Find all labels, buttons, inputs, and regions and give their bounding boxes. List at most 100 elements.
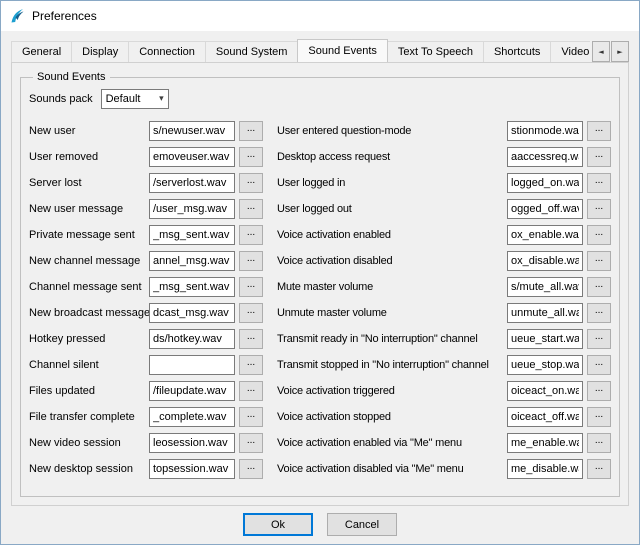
sound-file-input[interactable] — [149, 407, 235, 427]
tab-sound-events[interactable]: Sound Events — [297, 39, 388, 62]
sound-file-input[interactable] — [149, 225, 235, 245]
tab-sound-system[interactable]: Sound System — [205, 41, 299, 62]
sound-file-input[interactable] — [149, 173, 235, 193]
sound-event-label: User logged out — [277, 203, 507, 215]
sound-event-row: File transfer complete... — [29, 407, 263, 427]
sound-file-input[interactable] — [149, 459, 235, 479]
sound-file-input[interactable] — [149, 433, 235, 453]
browse-button[interactable]: ... — [239, 147, 263, 167]
sound-event-label: User entered question-mode — [277, 125, 507, 137]
browse-button[interactable]: ... — [239, 277, 263, 297]
sound-event-row: Voice activation enabled... — [277, 225, 611, 245]
sound-file-input[interactable] — [507, 381, 583, 401]
sound-event-label: Voice activation triggered — [277, 385, 507, 397]
browse-button[interactable]: ... — [587, 147, 611, 167]
sound-file-input[interactable] — [149, 303, 235, 323]
browse-button[interactable]: ... — [239, 199, 263, 219]
tab-general[interactable]: General — [11, 41, 72, 62]
titlebar[interactable]: Preferences — [1, 1, 639, 31]
sound-file-input[interactable] — [507, 147, 583, 167]
sound-file-input[interactable] — [149, 147, 235, 167]
sound-file-input[interactable] — [507, 355, 583, 375]
arrow-right-icon: ► — [617, 48, 622, 56]
tab-scroll-right-button[interactable]: ► — [611, 41, 629, 62]
browse-button[interactable]: ... — [587, 173, 611, 193]
sound-file-input[interactable] — [507, 251, 583, 271]
tab-bar: General Display Connection Sound System … — [11, 39, 629, 62]
browse-button[interactable]: ... — [239, 173, 263, 193]
browse-button[interactable]: ... — [587, 433, 611, 453]
sound-event-label: Channel silent — [29, 359, 149, 371]
browse-button[interactable]: ... — [587, 303, 611, 323]
browse-button[interactable]: ... — [587, 381, 611, 401]
sound-file-input[interactable] — [507, 407, 583, 427]
sound-event-label: New user — [29, 125, 149, 137]
preferences-dialog: Preferences General Display Connection S… — [0, 0, 640, 545]
sounds-pack-select[interactable]: Default ▾ — [101, 89, 169, 109]
sound-file-input[interactable] — [507, 329, 583, 349]
browse-button[interactable]: ... — [587, 121, 611, 141]
sound-file-input[interactable] — [149, 381, 235, 401]
browse-button[interactable]: ... — [587, 355, 611, 375]
browse-button[interactable]: ... — [239, 459, 263, 479]
sound-event-label: Voice activation enabled — [277, 229, 507, 241]
browse-button[interactable]: ... — [587, 225, 611, 245]
chevron-down-icon: ▾ — [159, 94, 164, 104]
sound-file-input[interactable] — [149, 355, 235, 375]
browse-button[interactable]: ... — [239, 225, 263, 245]
sound-file-input[interactable] — [507, 433, 583, 453]
sound-file-input[interactable] — [507, 121, 583, 141]
tab-connection[interactable]: Connection — [128, 41, 206, 62]
tab-video[interactable]: Video — [550, 41, 590, 62]
browse-button[interactable]: ... — [239, 121, 263, 141]
sound-event-label: Voice activation disabled via "Me" menu — [277, 463, 507, 475]
sound-events-right-column: User entered question-mode... Desktop ac… — [277, 121, 611, 479]
sound-file-input[interactable] — [507, 303, 583, 323]
sound-file-input[interactable] — [507, 459, 583, 479]
tab-scroll-left-button[interactable]: ◄ — [592, 41, 610, 62]
sound-event-row: New desktop session... — [29, 459, 263, 479]
browse-button[interactable]: ... — [239, 329, 263, 349]
browse-button[interactable]: ... — [587, 407, 611, 427]
sound-file-input[interactable] — [149, 251, 235, 271]
browse-button[interactable]: ... — [239, 433, 263, 453]
sound-event-label: Voice activation stopped — [277, 411, 507, 423]
sound-file-input[interactable] — [507, 277, 583, 297]
sound-event-row: Voice activation disabled via "Me" menu.… — [277, 459, 611, 479]
browse-button[interactable]: ... — [587, 277, 611, 297]
sound-file-input[interactable] — [149, 329, 235, 349]
sound-event-row: New video session... — [29, 433, 263, 453]
browse-button[interactable]: ... — [239, 303, 263, 323]
sound-event-label: Transmit stopped in "No interruption" ch… — [277, 359, 507, 371]
sound-file-input[interactable] — [507, 199, 583, 219]
sound-file-input[interactable] — [149, 199, 235, 219]
sounds-pack-value: Default — [106, 93, 141, 105]
browse-button[interactable]: ... — [239, 251, 263, 271]
browse-button[interactable]: ... — [239, 381, 263, 401]
cancel-button[interactable]: Cancel — [327, 513, 397, 536]
browse-button[interactable]: ... — [587, 199, 611, 219]
sound-event-row: New channel message... — [29, 251, 263, 271]
sound-event-label: Hotkey pressed — [29, 333, 149, 345]
sound-events-left-column: New user... User removed... Server lost.… — [29, 121, 263, 479]
browse-button[interactable]: ... — [587, 459, 611, 479]
sound-event-row: Voice activation triggered... — [277, 381, 611, 401]
sound-file-input[interactable] — [507, 225, 583, 245]
sound-event-row: User removed... — [29, 147, 263, 167]
sound-file-input[interactable] — [149, 121, 235, 141]
tab-display[interactable]: Display — [71, 41, 129, 62]
sound-event-label: Mute master volume — [277, 281, 507, 293]
sound-events-grid: New user... User removed... Server lost.… — [29, 121, 611, 479]
tab-text-to-speech[interactable]: Text To Speech — [387, 41, 484, 62]
tab-shortcuts[interactable]: Shortcuts — [483, 41, 551, 62]
browse-button[interactable]: ... — [587, 251, 611, 271]
sound-event-label: Voice activation disabled — [277, 255, 507, 267]
ok-button[interactable]: Ok — [243, 513, 313, 536]
sound-event-label: Channel message sent — [29, 281, 149, 293]
browse-button[interactable]: ... — [587, 329, 611, 349]
browse-button[interactable]: ... — [239, 407, 263, 427]
sound-file-input[interactable] — [149, 277, 235, 297]
browse-button[interactable]: ... — [239, 355, 263, 375]
sound-event-label: New user message — [29, 203, 149, 215]
sound-file-input[interactable] — [507, 173, 583, 193]
